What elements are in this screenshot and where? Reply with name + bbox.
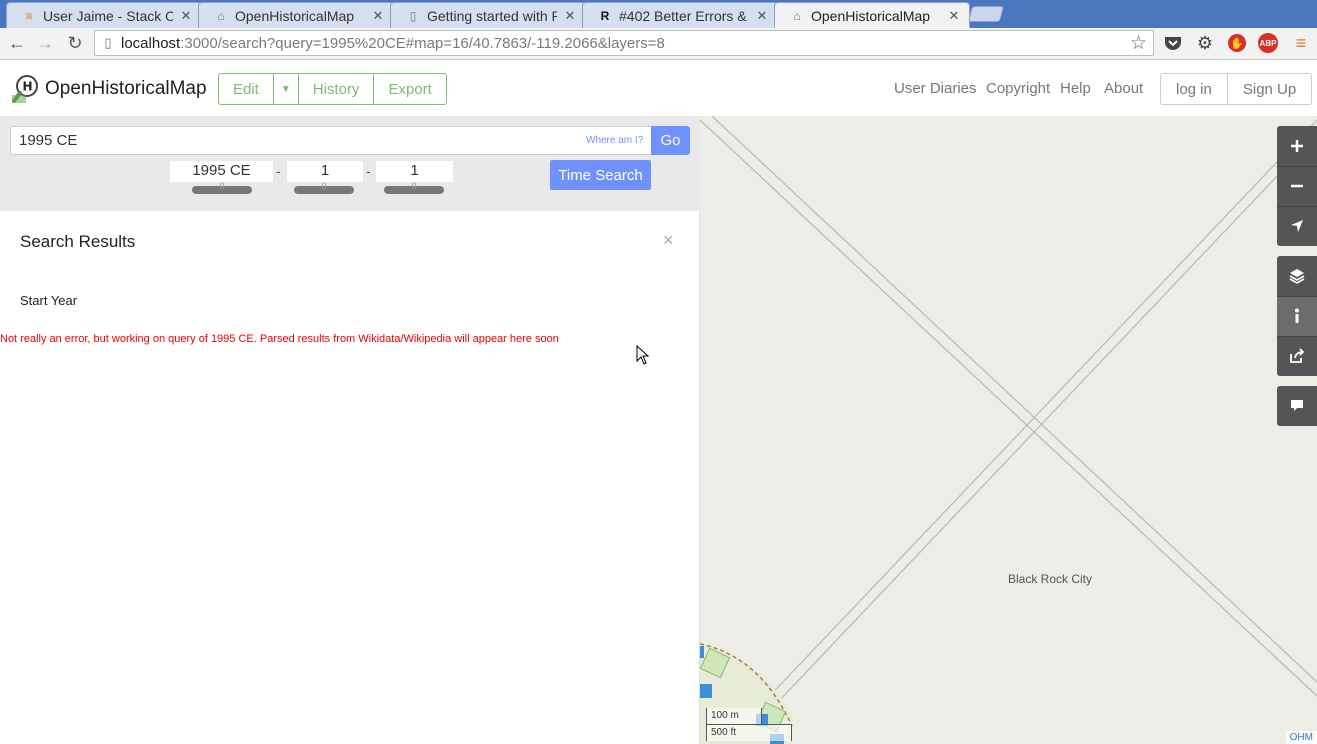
- ohm-logo-icon[interactable]: H: [12, 75, 38, 103]
- back-arrow-icon[interactable]: ←: [6, 32, 28, 54]
- note-icon[interactable]: [1277, 386, 1317, 426]
- time-day-input[interactable]: 1: [376, 161, 453, 182]
- zoom-out-icon[interactable]: [1277, 166, 1317, 206]
- page-icon: ▯: [409, 8, 417, 23]
- site-header: H OpenHistoricalMap Edit ▼ History Expor…: [0, 61, 1317, 116]
- copyright-link[interactable]: Copyright: [986, 80, 1050, 97]
- map-roads: [700, 116, 1317, 744]
- day-slider[interactable]: 0: [384, 181, 444, 194]
- map-view[interactable]: Black Rock City 100 m 500 ft OHM: [700, 116, 1317, 744]
- mouse-cursor-icon: [636, 345, 650, 365]
- share-icon[interactable]: [1277, 336, 1317, 376]
- browser-tab-0[interactable]: ≡ User Jaime - Stack Ove ✕: [6, 2, 202, 28]
- time-year-input[interactable]: 1995 CE: [170, 161, 273, 182]
- scale-imperial: 500 ft: [706, 724, 792, 741]
- about-link[interactable]: About: [1104, 80, 1143, 97]
- auth-group: log in Sign Up: [1160, 73, 1313, 105]
- forward-arrow-icon[interactable]: →: [34, 32, 56, 54]
- history-button[interactable]: History: [299, 74, 375, 104]
- bookmark-star-icon[interactable]: ☆: [1130, 32, 1147, 55]
- browser-tab-3[interactable]: R #402 Better Errors & R ✕: [582, 2, 778, 28]
- map-place-label: Black Rock City: [1008, 572, 1093, 586]
- reload-icon[interactable]: ↻: [64, 32, 86, 54]
- tab-title: Getting started with R: [427, 7, 557, 24]
- zoom-in-icon[interactable]: [1277, 126, 1317, 166]
- browser-tabstrip: ≡ User Jaime - Stack Ove ✕ ⌂ OpenHistori…: [0, 0, 1317, 28]
- info-icon[interactable]: [1277, 296, 1317, 336]
- layers-icon[interactable]: [1277, 256, 1317, 296]
- close-icon[interactable]: ✕: [179, 8, 193, 24]
- close-icon[interactable]: ✕: [371, 8, 385, 24]
- signup-button[interactable]: Sign Up: [1228, 74, 1311, 104]
- help-link[interactable]: Help: [1060, 80, 1091, 97]
- block-icon[interactable]: ✋: [1228, 34, 1246, 52]
- date-separator: -: [276, 163, 281, 179]
- scale-metric: 100 m: [706, 708, 762, 725]
- page-icon: ▯: [104, 35, 112, 50]
- menu-icon[interactable]: ≡: [1290, 32, 1312, 54]
- stackoverflow-icon: ≡: [25, 8, 33, 23]
- railscasts-icon: R: [600, 8, 610, 23]
- close-icon[interactable]: ✕: [755, 8, 769, 24]
- ohm-icon: ⌂: [217, 8, 225, 23]
- slider-tick: 0: [219, 181, 225, 191]
- tab-title: OpenHistoricalMap: [811, 7, 931, 24]
- slider-tick: 0: [321, 181, 327, 191]
- site-brand[interactable]: OpenHistoricalMap: [45, 78, 207, 100]
- month-slider[interactable]: 0: [294, 181, 354, 194]
- user-diaries-link[interactable]: User Diaries: [894, 80, 977, 97]
- slider-tick: 0: [411, 181, 417, 191]
- close-icon[interactable]: ✕: [947, 8, 961, 24]
- time-month-input[interactable]: 1: [287, 161, 363, 182]
- browser-tab-1[interactable]: ⌂ OpenHistoricalMap ✕: [198, 2, 394, 28]
- date-separator: -: [366, 163, 371, 179]
- tab-title: User Jaime - Stack Ove: [43, 7, 173, 24]
- new-tab-button[interactable]: [967, 6, 1005, 22]
- export-button[interactable]: Export: [374, 74, 445, 104]
- sidebar: 1995 CE Where am I? Go 1995 CE - 1 - 1 0…: [0, 116, 700, 744]
- adblock-icon[interactable]: ABP: [1258, 33, 1278, 53]
- locate-icon[interactable]: [1277, 206, 1317, 246]
- browser-toolbar: ← → ↻ ▯ localhost:3000/search?query=1995…: [0, 28, 1317, 60]
- map-attribution[interactable]: OHM: [1285, 731, 1317, 744]
- search-panel: 1995 CE Where am I? Go 1995 CE - 1 - 1 0…: [0, 116, 700, 211]
- browser-tab-4[interactable]: ⌂ OpenHistoricalMap ✕: [774, 2, 970, 28]
- search-results-heading: Search Results: [20, 232, 136, 251]
- url-text: localhost:3000/search?query=1995%20CE#ma…: [121, 34, 665, 52]
- edit-history-export-group: Edit ▼ History Export: [218, 73, 447, 105]
- login-button[interactable]: log in: [1161, 74, 1228, 104]
- close-results-button[interactable]: ×: [663, 230, 674, 251]
- go-button[interactable]: Go: [651, 126, 690, 155]
- pocket-icon[interactable]: [1162, 32, 1184, 54]
- time-search-button[interactable]: Time Search: [550, 160, 651, 190]
- start-year-heading: Start Year: [20, 293, 78, 308]
- close-icon[interactable]: ✕: [563, 8, 577, 24]
- where-am-i-link[interactable]: Where am I?: [586, 135, 643, 146]
- gear-icon[interactable]: ⚙: [1194, 32, 1216, 54]
- year-slider[interactable]: 0: [192, 181, 252, 194]
- search-input[interactable]: 1995 CE: [10, 126, 652, 155]
- browser-tab-2[interactable]: ▯ Getting started with R ✕: [390, 2, 586, 28]
- tab-title: #402 Better Errors & R: [619, 7, 749, 24]
- tab-title: OpenHistoricalMap: [235, 7, 355, 24]
- edit-button[interactable]: Edit: [219, 74, 274, 104]
- edit-dropdown-caret-icon[interactable]: ▼: [274, 74, 299, 104]
- status-message: Not really an error, but working on quer…: [0, 333, 559, 345]
- svg-text:H: H: [23, 80, 33, 94]
- map-scale: 100 m 500 ft: [706, 708, 792, 744]
- ohm-icon: ⌂: [793, 8, 801, 23]
- address-bar[interactable]: ▯ localhost:3000/search?query=1995%20CE#…: [94, 30, 1154, 56]
